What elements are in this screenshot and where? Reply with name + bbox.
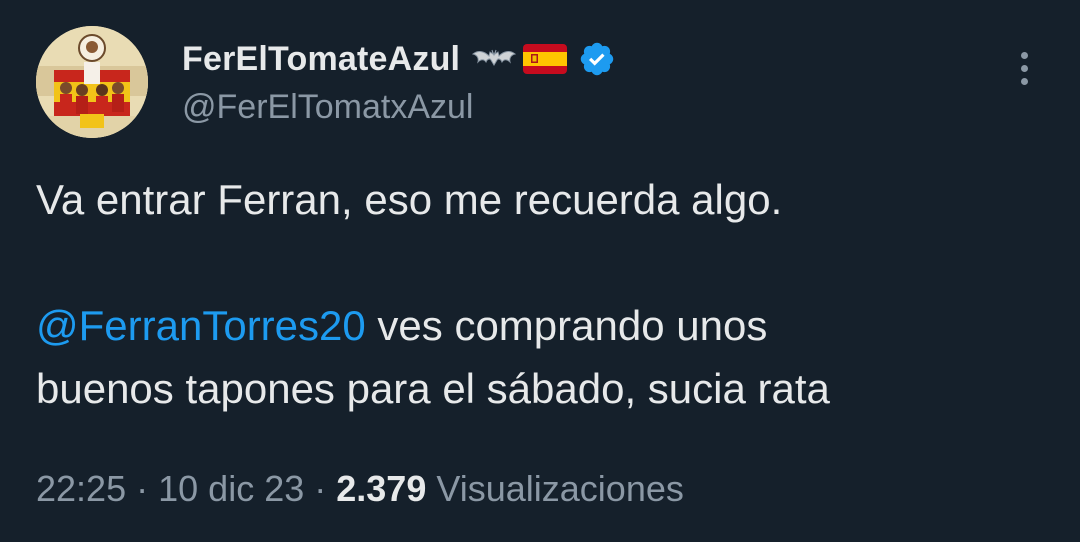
mention-link[interactable]: @FerranTorres20 [36, 302, 366, 349]
tweet-text: Va entrar Ferran, eso me recuerda algo. … [36, 168, 1046, 420]
tweet-line-rest: ves comprando unos [365, 302, 768, 349]
avatar-image [36, 26, 148, 138]
spain-flag-icon [523, 44, 568, 74]
views-label: Visualizaciones [436, 468, 684, 509]
more-dot [1020, 78, 1028, 85]
tweet-meta: 22:25 · 10 dic 23 · 2.379 Visualizacione… [36, 468, 684, 510]
tweet-time[interactable]: 22:25 [36, 468, 126, 509]
more-dot [1020, 52, 1028, 59]
tweet-date[interactable]: 10 dic 23 [158, 468, 304, 509]
tweet-line: @FerranTorres20 ves comprando unos [36, 294, 1046, 357]
name-row: FerElTomateAzul [182, 36, 960, 82]
views-count: 2.379 [336, 468, 427, 509]
tweet-line: Va entrar Ferran, eso me recuerda algo. [36, 176, 783, 223]
user-handle[interactable]: @FerElTomatxAzul [182, 88, 960, 127]
tweet-header: FerElTomateAzul @FerElTomatxAzul [182, 36, 960, 127]
verified-badge-icon [580, 42, 614, 76]
avatar[interactable] [36, 26, 148, 138]
bat-emoji-icon [472, 49, 517, 66]
meta-separator: · [314, 468, 327, 509]
tweet[interactable]: FerElTomateAzul @FerElTomatxAzul Va entr… [0, 0, 1080, 542]
meta-separator: · [136, 468, 149, 509]
tweet-line: buenos tapones para el sábado, sucia rat… [36, 365, 830, 412]
display-name[interactable]: FerElTomateAzul [182, 40, 460, 79]
more-options-icon[interactable] [1006, 48, 1042, 98]
more-dot [1020, 65, 1028, 72]
